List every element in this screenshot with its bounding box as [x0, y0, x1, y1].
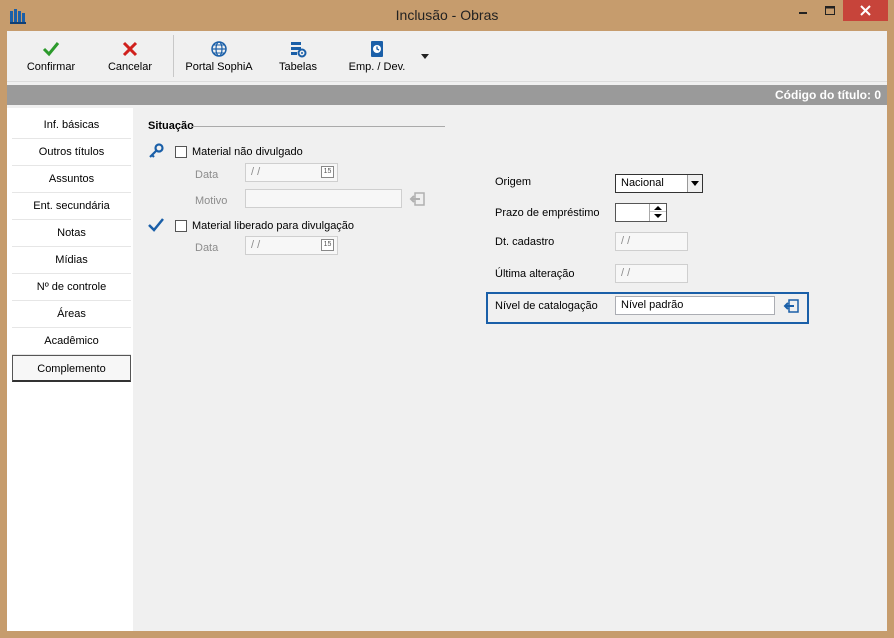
maximize-icon: [825, 6, 835, 15]
window-title: Inclusão - Obras: [395, 7, 499, 23]
sidebar-item-n-controle[interactable]: Nº de controle: [12, 274, 131, 301]
portal-sophia-button[interactable]: Portal SophiA: [181, 35, 257, 79]
sidebar-item-assuntos[interactable]: Assuntos: [12, 166, 131, 193]
dt-cadastro-label: Dt. cadastro: [495, 236, 555, 248]
ultima-alteracao-label: Última alteração: [495, 268, 575, 280]
cancel-button[interactable]: Cancelar: [103, 35, 157, 79]
tables-button[interactable]: Tabelas: [273, 35, 323, 79]
origem-value: Nacional: [621, 177, 664, 189]
material-nao-divulgado-label: Material não divulgado: [192, 146, 303, 158]
prazo-emprestimo-stepper[interactable]: [615, 203, 667, 222]
close-icon: [860, 5, 871, 16]
sidebar-item-midias[interactable]: Mídias: [12, 247, 131, 274]
toolbar: Confirmar Cancelar Portal SophiA Tabelas…: [7, 31, 887, 82]
cancel-label: Cancelar: [107, 61, 153, 73]
toolbar-separator: [173, 35, 174, 77]
minimize-button[interactable]: [790, 0, 816, 21]
sidebar-item-ent-secundaria[interactable]: Ent. secundária: [12, 193, 131, 220]
nivel-catalogacao-field[interactable]: Nível padrão: [615, 296, 775, 315]
complemento-panel: Situação Material não divulgado Data / /…: [133, 108, 887, 631]
material-nao-divulgado-checkbox[interactable]: [175, 146, 187, 158]
globe-icon: [211, 41, 227, 57]
calendar-icon[interactable]: 15: [321, 166, 334, 178]
maximize-button[interactable]: [817, 0, 843, 21]
check-icon: [148, 218, 164, 232]
loan-book-icon: [371, 41, 383, 57]
title-bar: Inclusão - Obras: [0, 0, 894, 31]
prazo-emprestimo-label: Prazo de empréstimo: [495, 207, 600, 219]
motivo-field[interactable]: [245, 189, 402, 208]
x-icon: [122, 41, 138, 57]
material-liberado-label: Material liberado para divulgação: [192, 220, 355, 232]
origem-label: Origem: [495, 176, 532, 188]
data-label: Data: [195, 242, 219, 254]
loan-return-label: Emp. / Dev.: [348, 61, 406, 73]
confirm-button[interactable]: Confirmar: [21, 35, 81, 79]
stepper-buttons: [649, 204, 666, 221]
sidebar-item-complemento[interactable]: Complemento: [12, 355, 131, 382]
origem-select[interactable]: Nacional: [615, 174, 703, 193]
situacao-group-title: Situação: [148, 120, 194, 132]
material-liberado-checkbox[interactable]: [175, 220, 187, 232]
portal-sophia-label: Portal SophiA: [185, 61, 253, 73]
sidebar-item-areas[interactable]: Áreas: [12, 301, 131, 328]
motivo-label: Motivo: [195, 195, 228, 207]
sidebar-item-academico[interactable]: Acadêmico: [12, 328, 131, 355]
chevron-down-icon: [687, 175, 702, 192]
key-icon: [149, 143, 164, 158]
confirm-label: Confirmar: [26, 61, 76, 73]
chevron-down-icon[interactable]: [421, 54, 429, 59]
sidebar-item-outros-titulos[interactable]: Outros títulos: [12, 139, 131, 166]
close-button[interactable]: [843, 0, 888, 21]
calendar-icon[interactable]: 15: [321, 239, 334, 251]
check-icon: [42, 42, 60, 57]
nivel-catalogacao-label: Nível de catalogação: [495, 300, 598, 312]
minimize-icon: [799, 12, 807, 14]
client-area: Confirmar Cancelar Portal SophiA Tabelas…: [7, 31, 887, 631]
chevron-up-icon[interactable]: [650, 204, 666, 212]
tables-gear-icon: [291, 42, 307, 58]
sidebar: Inf. básicas Outros títulos Assuntos Ent…: [7, 108, 133, 631]
sidebar-item-notas[interactable]: Notas: [12, 220, 131, 247]
return-arrow-icon[interactable]: [408, 191, 426, 207]
title-code-bar: Código do título: 0: [7, 85, 887, 105]
group-divider: [191, 126, 445, 127]
loan-return-button[interactable]: Emp. / Dev.: [343, 35, 411, 79]
data-label: Data: [195, 169, 219, 181]
dt-cadastro-field: / /: [615, 232, 688, 251]
sidebar-item-inf-basicas[interactable]: Inf. básicas: [12, 112, 131, 139]
tables-label: Tabelas: [279, 61, 317, 73]
app-window: Inclusão - Obras Confirmar Cancelar Port…: [0, 0, 894, 638]
ultima-alteracao-field: / /: [615, 264, 688, 283]
chevron-down-icon[interactable]: [650, 212, 666, 220]
return-arrow-icon[interactable]: [782, 298, 800, 314]
